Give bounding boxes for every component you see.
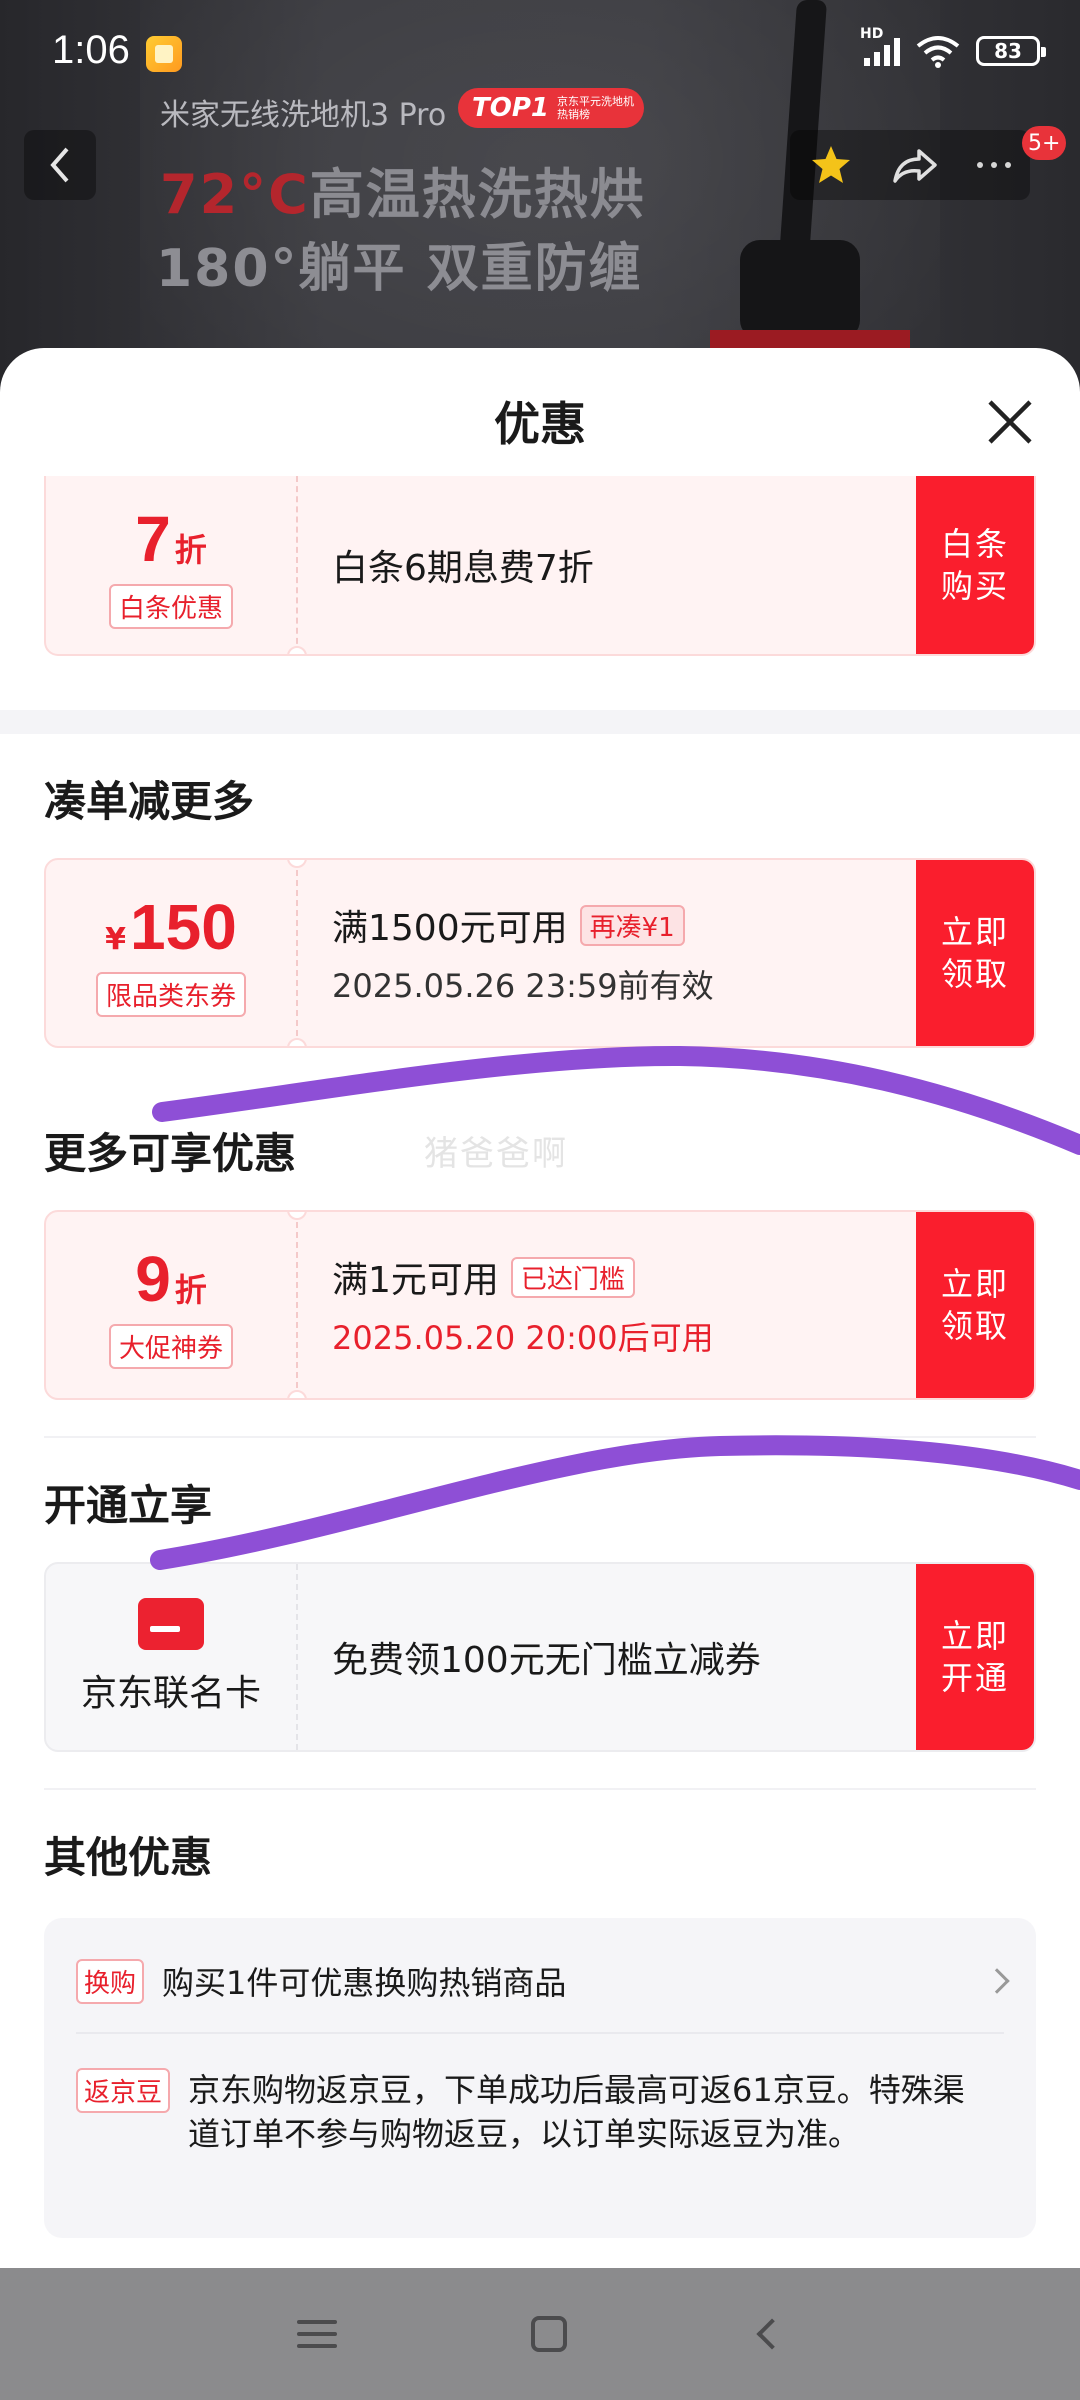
annotation-strokes [150, 1045, 1080, 1570]
recent-apps-icon[interactable] [297, 2320, 337, 2348]
annotation-stroke [150, 1435, 1080, 1570]
home-icon[interactable] [531, 2316, 567, 2352]
annotation-stroke [152, 1045, 1080, 1155]
system-nav-bar [0, 2268, 1080, 2400]
system-back-icon[interactable] [756, 2318, 788, 2350]
